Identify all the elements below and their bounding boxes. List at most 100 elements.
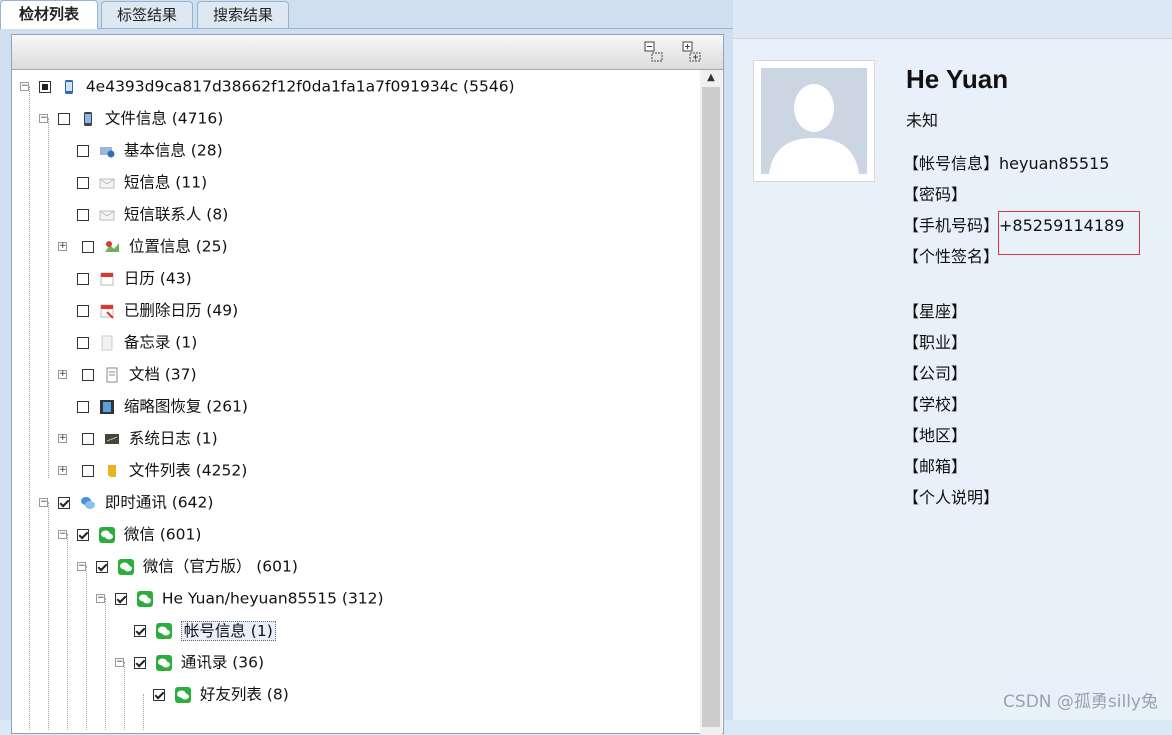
watermark: CSDN @孤勇silly兔 (1003, 692, 1158, 712)
node-checkbox[interactable] (81, 464, 94, 477)
tree-node-im[interactable]: − 即时通讯 (642) (39, 490, 213, 514)
expand-toggle[interactable]: + (58, 242, 67, 251)
collapse-all-button[interactable] (642, 40, 666, 64)
wechat-icon (136, 590, 153, 607)
collapse-toggle[interactable]: − (58, 530, 67, 539)
expand-toggle[interactable]: + (58, 466, 67, 475)
tree-node-label: 位置信息 (25) (128, 237, 228, 256)
node-checkbox[interactable] (133, 656, 146, 669)
scroll-up-icon[interactable]: ▲ (700, 70, 722, 86)
tree-node-label: 文件列表 (4252) (128, 461, 248, 480)
tree-node-label: 微信（官方版） (601) (142, 557, 298, 576)
node-checkbox[interactable] (57, 496, 70, 509)
tree-node-account[interactable]: − He Yuan/heyuan85515 (312) (96, 586, 384, 610)
expand-toggle[interactable]: + (58, 434, 67, 443)
wechat-icon (155, 622, 172, 639)
tree-node-documents[interactable]: + 文档 (37) (58, 362, 197, 386)
tree-node-contacts[interactable]: − 通讯录 (36) (115, 650, 264, 674)
node-checkbox[interactable] (95, 560, 108, 573)
tab-evidence-list[interactable]: 检材列表 (0, 0, 98, 29)
tree-node-label: 即时通讯 (642) (104, 493, 214, 512)
node-checkbox[interactable] (77, 400, 89, 413)
device-icon (83, 111, 92, 126)
vertical-scrollbar[interactable]: ▲ (700, 70, 722, 735)
default-avatar-icon (761, 68, 867, 174)
tree-node-label: 短信联系人 (8) (123, 205, 229, 224)
password-field: 【密码】 (903, 181, 967, 205)
tree-node-basic-info[interactable]: 基本信息 (28) (77, 138, 223, 162)
tab-tag-results[interactable]: 标签结果 (101, 1, 193, 28)
tree-node-account-info[interactable]: 帐号信息 (1) (134, 618, 276, 642)
evidence-tree: − 4e4393d9ca817d38662f12f0da1fa1a7f09193… (12, 70, 702, 730)
tree-node-location[interactable]: + 位置信息 (25) (58, 234, 228, 258)
collapse-toggle[interactable]: − (96, 594, 105, 603)
node-checkbox[interactable] (114, 592, 127, 605)
tree-node-file-info[interactable]: − 文件信息 (4716) (39, 106, 223, 130)
phone-icon (64, 79, 73, 94)
node-checkbox[interactable] (81, 368, 94, 381)
node-checkbox[interactable] (77, 304, 89, 317)
account-detail-panel: He Yuan 未知 【帐号信息】heyuan85515 【密码】 【手机号码】… (733, 0, 1172, 720)
tree-node-deleted-calendar[interactable]: 已删除日历 (49) (77, 298, 238, 322)
job-field: 【职业】 (903, 329, 967, 353)
node-checkbox[interactable] (81, 432, 94, 445)
node-checkbox[interactable] (77, 176, 89, 189)
chat-bubbles-icon (80, 496, 95, 509)
deleted-calendar-icon (100, 304, 114, 319)
wechat-icon (174, 686, 191, 703)
field-label: 【职业】 (903, 333, 968, 352)
tree-node-wechat-official[interactable]: − 微信（官方版） (601) (77, 554, 298, 578)
collapse-toggle[interactable]: − (39, 498, 48, 507)
tree-node-thumbnails[interactable]: 缩略图恢复 (261) (77, 394, 248, 418)
node-checkbox[interactable] (77, 208, 89, 221)
node-checkbox[interactable] (77, 272, 89, 285)
field-label: 【学校】 (903, 395, 968, 414)
node-checkbox[interactable] (76, 528, 89, 541)
constellation-field: 【星座】 (903, 298, 967, 322)
detail-header-bar (733, 0, 1172, 39)
field-value: heyuan85515 (999, 154, 1110, 173)
collapse-toggle[interactable]: − (77, 562, 86, 571)
memo-icon (101, 335, 113, 350)
tree-node-label: 系统日志 (1) (128, 429, 218, 448)
field-label: 【邮箱】 (903, 457, 968, 476)
tree-node-wechat[interactable]: − 微信 (601) (58, 522, 201, 546)
tree-node-file-list[interactable]: + 文件列表 (4252) (58, 458, 247, 482)
region-field: 【地区】 (903, 422, 967, 446)
node-checkbox[interactable] (153, 688, 165, 701)
collapse-toggle[interactable]: − (20, 82, 29, 91)
tree-node-syslog[interactable]: + 系统日志 (1) (58, 426, 218, 450)
signature-field: 【个性签名】 (903, 243, 999, 267)
collapse-toggle[interactable]: − (115, 658, 124, 667)
phone-highlight-box (998, 211, 1140, 255)
tree-node-label: 通讯录 (36) (180, 653, 265, 672)
node-checkbox[interactable] (81, 240, 94, 253)
tree-node-root[interactable]: − 4e4393d9ca817d38662f12f0da1fa1a7f09193… (20, 74, 515, 98)
node-checkbox[interactable] (77, 144, 89, 157)
scrollbar-thumb[interactable] (702, 87, 720, 727)
expand-toggle[interactable]: + (58, 370, 67, 379)
node-checkbox[interactable] (38, 80, 51, 93)
tree-node-label: 已删除日历 (49) (123, 301, 239, 320)
log-icon (104, 433, 119, 444)
tree-node-calendar[interactable]: 日历 (43) (77, 266, 192, 290)
node-checkbox[interactable] (57, 112, 70, 125)
field-label: 【地区】 (903, 426, 968, 445)
tree-node-sms-contacts[interactable]: 短信联系人 (8) (77, 202, 228, 226)
collapse-toggle[interactable]: − (39, 114, 48, 123)
company-field: 【公司】 (903, 360, 967, 384)
tree-node-sms[interactable]: 短信息 (11) (77, 170, 207, 194)
tree-node-label: 微信 (601) (123, 525, 202, 544)
node-checkbox[interactable] (134, 624, 146, 637)
expand-all-button[interactable] (680, 40, 704, 64)
tree-node-friends[interactable]: 好友列表 (8) (153, 682, 289, 706)
left-panel: 检材列表 标签结果 搜索结果 − 4e4393d9ca817d38662f12f… (0, 0, 733, 735)
folder-icon (107, 464, 116, 477)
tree-node-notes[interactable]: 备忘录 (1) (77, 330, 197, 354)
field-label: 【个人说明】 (903, 488, 1000, 507)
profile-gender: 未知 (906, 111, 939, 130)
envelope-icon (99, 178, 115, 188)
evidence-tree-panel: − 4e4393d9ca817d38662f12f0da1fa1a7f09193… (11, 34, 724, 735)
tab-search-results[interactable]: 搜索结果 (197, 1, 289, 28)
node-checkbox[interactable] (77, 336, 89, 349)
